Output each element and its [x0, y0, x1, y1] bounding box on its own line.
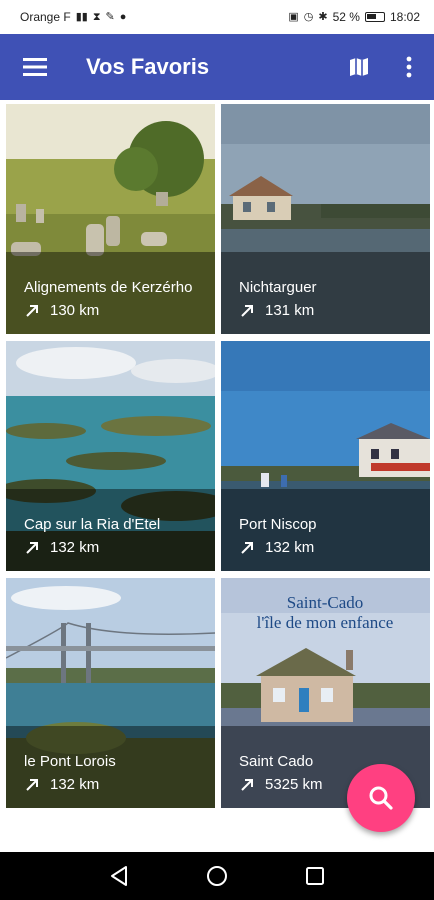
recents-button[interactable] [300, 861, 330, 891]
card-distance: 130 km [50, 302, 100, 319]
favorite-card-kerzerho[interactable]: Alignements de Kerzérho 130 km [6, 104, 215, 334]
card-text: le Pont Lorois 132 km [24, 752, 205, 796]
back-triangle-icon [111, 866, 127, 886]
carrier-label: Orange F [20, 10, 71, 24]
saint-cado-image-subtitle: l'île de mon enfance [257, 613, 394, 632]
hourglass-icon: ⧗ [92, 10, 101, 23]
card-text: Alignements de Kerzérho 130 km [24, 278, 205, 322]
bluetooth-icon: ✱ [318, 10, 328, 23]
card-distance-row: 132 km [24, 774, 205, 796]
favorite-card-ria-etel[interactable]: Cap sur la Ria d'Etel 132 km [6, 341, 215, 571]
card-distance: 132 km [265, 539, 315, 556]
home-button[interactable] [202, 861, 232, 891]
card-title: Nichtarguer [239, 279, 317, 296]
card-text: Nichtarguer 131 km [239, 278, 420, 322]
card-title: Port Niscop [239, 516, 317, 533]
map-icon [350, 58, 368, 76]
page-title: Vos Favoris [86, 54, 210, 79]
map-button[interactable] [334, 34, 384, 100]
card-distance: 5325 km [265, 776, 323, 793]
card-distance-row: 130 km [24, 300, 205, 322]
nfc-icon: ▣ [288, 10, 299, 23]
card-title: le Pont Lorois [24, 753, 116, 770]
arrow-up-right-icon [241, 305, 253, 317]
arrow-up-right-icon [241, 542, 253, 554]
search-fab-button[interactable] [347, 764, 415, 832]
wrench-icon: ✎ [105, 10, 115, 23]
back-button[interactable] [104, 861, 134, 891]
card-text: Cap sur la Ria d'Etel 132 km [24, 515, 205, 559]
card-title: Cap sur la Ria d'Etel [24, 516, 161, 533]
status-bar: Orange F ▮▮ ⧗ ✎ ● ▣ ◷ ✱ 52 % 18:02 [0, 0, 434, 34]
card-distance-row: 132 km [239, 537, 420, 559]
card-title: Alignements de Kerzérho [24, 279, 193, 296]
status-left: Orange F ▮▮ ⧗ ✎ ● [20, 10, 126, 24]
recents-square-icon [306, 867, 324, 885]
menu-button[interactable] [0, 34, 70, 100]
favorite-card-port-niscop[interactable]: Port Niscop 132 km [221, 341, 430, 571]
alarm-icon: ◷ [303, 10, 314, 23]
card-distance: 131 km [265, 302, 315, 319]
app-bar: Vos Favoris [0, 34, 434, 100]
search-icon [369, 786, 393, 810]
arrow-up-right-icon [26, 542, 38, 554]
favorite-card-pont-lorois[interactable]: le Pont Lorois 132 km [6, 578, 215, 808]
card-distance: 132 km [50, 776, 100, 793]
status-right: ▣ ◷ ✱ 52 % 18:02 [288, 10, 420, 24]
home-circle-icon [207, 866, 227, 886]
signal-icon: ▮▮ [75, 10, 88, 23]
arrow-up-right-icon [26, 305, 38, 317]
card-distance-row: 131 km [239, 300, 420, 322]
card-text: Port Niscop 132 km [239, 515, 420, 559]
clock: 18:02 [389, 10, 420, 24]
arrow-up-right-icon [26, 779, 38, 791]
card-distance-row: 132 km [24, 537, 205, 559]
battery-percent: 52 % [332, 10, 360, 24]
hamburger-menu-icon [23, 58, 47, 76]
arrow-up-right-icon [241, 779, 253, 791]
more-vert-icon [406, 56, 412, 78]
app-notification-icon: ● [119, 10, 127, 23]
favorite-card-nichtarguer[interactable]: Nichtarguer 131 km [221, 104, 430, 334]
saint-cado-image-title: Saint-Cado [287, 593, 364, 612]
battery-icon [364, 12, 385, 22]
system-nav-bar [0, 852, 434, 900]
more-options-button[interactable] [384, 34, 434, 100]
card-distance: 132 km [50, 539, 100, 556]
